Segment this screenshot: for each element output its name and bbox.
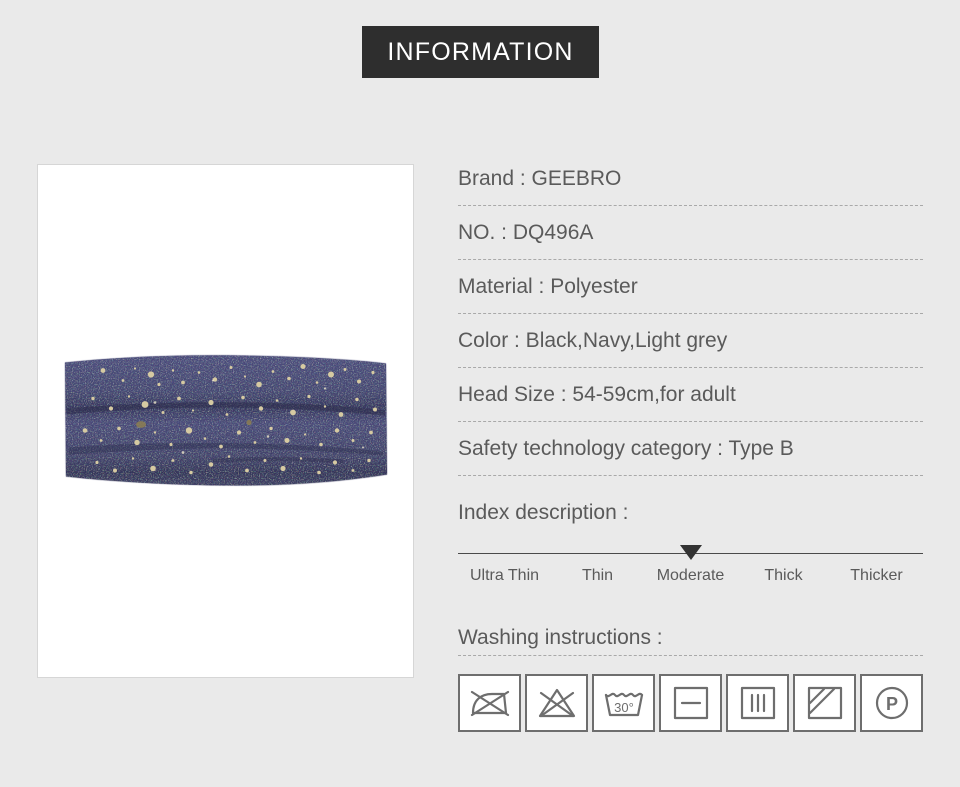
do-not-iron-icon	[458, 674, 521, 732]
scale-label-thin: Thin	[581, 567, 614, 584]
product-information-page: INFORMATION Brand: GEEBRO NO.: DQ496A …	[0, 0, 960, 787]
specification-list: Brand : GEEBRO NO. : DQ496A Material : P…	[458, 152, 923, 476]
svg-text:30°: 30°	[614, 700, 634, 715]
index-description-section: Index description : Ultra Thin Thin Mode…	[458, 496, 923, 585]
dry-in-shade-glyph	[807, 686, 842, 720]
dry-flat-glyph	[673, 686, 708, 720]
index-description-heading: Index description :	[458, 501, 629, 524]
information-header-banner: INFORMATION	[362, 26, 599, 78]
do-not-bleach-icon	[525, 674, 588, 732]
page-title: INFORMATION	[387, 37, 574, 66]
product-image-frame	[37, 164, 414, 678]
scale-label-thick: Thick	[764, 567, 803, 584]
thickness-scale	[458, 544, 923, 562]
dry-clean-p-glyph: P	[875, 686, 908, 720]
spec-text-color: Color : Black,Navy,Light grey	[458, 328, 728, 352]
scale-label-thicker: Thicker	[850, 567, 903, 584]
spec-row-brand: Brand : GEEBRO	[458, 152, 923, 206]
svg-text:P: P	[885, 694, 897, 714]
scale-marker-triangle-icon	[679, 545, 702, 560]
washing-icons-row: 30° P	[458, 674, 923, 732]
machine-wash-30-glyph: 30°	[604, 692, 643, 717]
product-photo	[63, 353, 389, 490]
spec-row-safety-category: Safety technology category : Type B	[458, 422, 923, 476]
dry-flat-icon	[659, 674, 722, 732]
spec-text-brand: Brand : GEEBRO	[458, 166, 622, 190]
dry-in-shade-icon	[793, 674, 856, 732]
scale-label-ultra-thin: Ultra Thin	[469, 567, 540, 584]
washing-instructions-heading: Washing instructions :	[458, 620, 923, 656]
spec-row-material: Material : Polyester	[458, 260, 923, 314]
spec-text-material: Material : Polyester	[458, 274, 638, 298]
machine-wash-30-icon: 30°	[592, 674, 655, 732]
spec-text-head-size: Head Size : 54-59cm,for adult	[458, 382, 736, 406]
drip-dry-icon	[726, 674, 789, 732]
spec-text-number: NO. : DQ496A	[458, 220, 594, 244]
scale-label-moderate: Moderate	[656, 567, 725, 584]
spec-row-color: Color : Black,Navy,Light grey	[458, 314, 923, 368]
do-not-iron-glyph	[470, 690, 509, 717]
spec-row-number: NO. : DQ496A	[458, 206, 923, 260]
spec-row-head-size: Head Size : 54-59cm,for adult	[458, 368, 923, 422]
washing-instructions-section: Washing instructions : 30° P	[458, 620, 923, 732]
drip-dry-glyph	[740, 686, 775, 720]
scale-labels: Ultra Thin Thin Moderate Thick Thicker	[458, 567, 923, 585]
do-not-bleach-glyph	[538, 688, 575, 718]
spec-text-safety-category: Safety technology category : Type B	[458, 436, 794, 460]
dry-clean-p-icon: P	[860, 674, 923, 732]
headband-illustration	[64, 355, 387, 486]
